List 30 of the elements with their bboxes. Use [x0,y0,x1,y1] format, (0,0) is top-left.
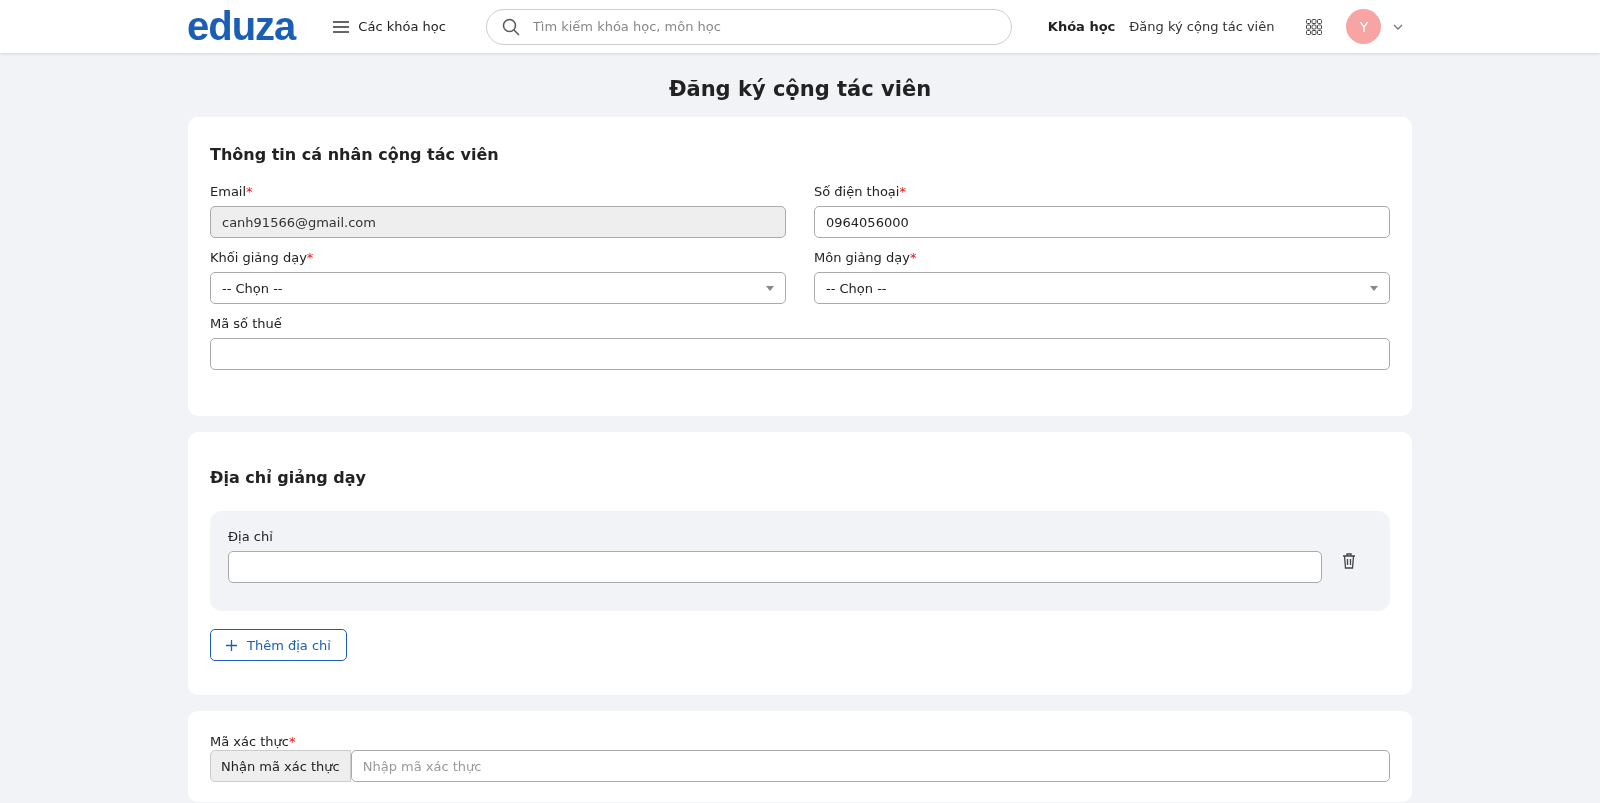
page-title: Đăng ký cộng tác viên [667,77,933,101]
courses-menu-button[interactable]: Các khóa học [333,19,446,34]
input-field[interactable]: 0964056000 [814,206,1390,238]
add-address-button[interactable]: Thêm địa chỉ [210,629,347,661]
dropdown-caret-icon [766,285,774,291]
section-title: Thông tin cá nhân cộng tác viên [210,145,500,164]
nav-link[interactable]: Khóa học [1047,19,1116,34]
field-label: Mã xác thực* [210,734,296,749]
field-label: Khối giảng dạy* [210,250,315,265]
menu-icon [333,20,350,33]
nav-link[interactable]: Đăng ký cộng tác viên [1129,19,1275,34]
get-code-button[interactable]: Nhận mã xác thực [210,750,351,782]
trash-icon[interactable] [1342,553,1356,569]
field-label: Môn giảng dạy* [814,250,918,265]
dropdown-caret-icon [1370,285,1378,291]
select-field[interactable]: -- Chọn -- [814,272,1390,304]
chevron-down-icon[interactable] [1393,23,1404,30]
field-label: Mã số thuế [210,316,283,331]
input-field[interactable] [228,551,1322,583]
code-input-field[interactable]: Nhập mã xác thực [350,750,1390,782]
select-field[interactable]: -- Chọn -- [210,272,786,304]
search-field[interactable]: Tìm kiếm khóa học, môn học [485,8,1012,45]
section-title: Địa chỉ giảng dạy [210,468,367,487]
field-label: Địa chỉ [228,529,274,544]
field-label: Email* [210,184,254,199]
plus-icon [226,639,237,651]
field-label: Số điện thoại* [814,184,907,199]
apps-grid-icon[interactable] [1306,18,1323,35]
input-field[interactable] [210,338,1390,370]
logo[interactable]: eduza [187,4,296,49]
